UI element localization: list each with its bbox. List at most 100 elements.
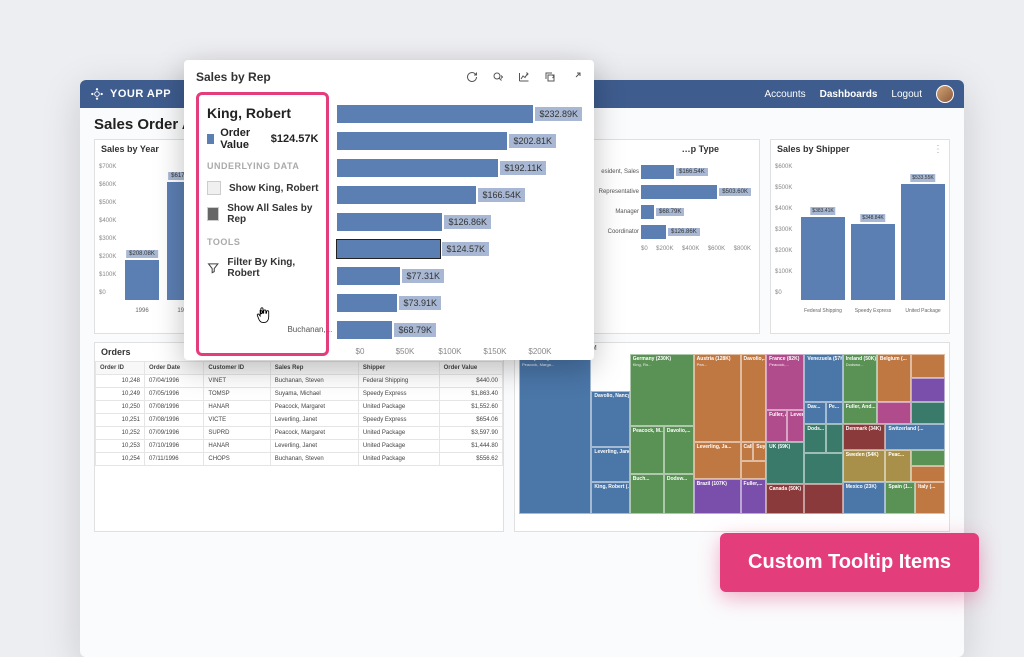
treemap-chart[interactable]: USA (246K)Peacock, Marga...Davolio, Nanc… bbox=[519, 354, 945, 514]
treemap-cell[interactable]: Buch... bbox=[630, 474, 664, 514]
table-row[interactable]: 10,24907/05/1996TOMSPSuyama, MichaelSpee… bbox=[96, 388, 503, 401]
nav-logout[interactable]: Logout bbox=[891, 89, 922, 100]
underlying-label: UNDERLYING DATA bbox=[207, 161, 318, 171]
column-header[interactable]: Customer ID bbox=[204, 362, 270, 375]
treemap-cell[interactable] bbox=[911, 466, 945, 482]
refresh-icon[interactable] bbox=[466, 71, 478, 83]
treemap-cell[interactable] bbox=[877, 402, 911, 424]
treemap-cell[interactable]: Denmark (34K) bbox=[843, 424, 886, 450]
copy-icon[interactable] bbox=[544, 71, 556, 83]
table-row[interactable]: 10,24807/04/1996VINETBuchanan, StevenFed… bbox=[96, 375, 503, 388]
app-name: YOUR APP bbox=[110, 88, 171, 100]
treemap-cell[interactable] bbox=[826, 424, 843, 453]
expand-icon[interactable] bbox=[570, 71, 582, 83]
treemap-cell[interactable]: Dodsw... bbox=[664, 474, 694, 514]
reptype-row[interactable]: Representative$503.60K bbox=[641, 182, 751, 202]
treemap-cell[interactable]: Suy... bbox=[753, 442, 766, 461]
chart-type-icon[interactable] bbox=[518, 71, 530, 83]
treemap-cell[interactable]: Sweden (54K) bbox=[843, 450, 886, 482]
shipper-bar[interactable]: $533.55K bbox=[901, 184, 945, 300]
reptype-row[interactable]: Manager$68.79K bbox=[641, 202, 751, 222]
treemap-cell[interactable]: Ireland (50K)Dodswo... bbox=[843, 354, 877, 402]
shipper-bar[interactable]: $383.41K bbox=[801, 217, 845, 300]
nav-dashboards[interactable]: Dashboards bbox=[820, 89, 878, 100]
reptype-row[interactable]: esident, Sales$166.54K bbox=[641, 162, 751, 182]
table-row[interactable]: 10,25007/08/1996HANARPeacock, MargaretUn… bbox=[96, 401, 503, 414]
treemap-cell[interactable]: Dav... bbox=[804, 402, 825, 424]
show-all-item[interactable]: Show All Sales by Rep bbox=[207, 199, 318, 229]
treemap-cell[interactable]: King, Robert (... bbox=[591, 482, 629, 514]
table-row[interactable]: 10,25207/09/1996SUPRDPeacock, MargaretUn… bbox=[96, 427, 503, 440]
table-row[interactable]: 10,25107/08/1996VICTELeverling, JanetSpe… bbox=[96, 414, 503, 427]
treemap-cell[interactable]: Brazil (107K) bbox=[694, 479, 741, 514]
shipper-chart[interactable]: $600K$500K$400K$300K$200K$100K$0 $383.41… bbox=[771, 158, 949, 318]
treemap-cell[interactable]: USA (246K)Peacock, Marga... bbox=[519, 354, 591, 514]
rep-bar-row[interactable]: $166.54K bbox=[337, 181, 582, 208]
treemap-cell[interactable]: Davolio, Nancy,... bbox=[591, 391, 629, 447]
treemap-cell[interactable]: Fuller,... bbox=[741, 479, 767, 514]
treemap-cell[interactable]: Fuller, And... bbox=[843, 402, 877, 424]
treemap-cell[interactable]: Call... bbox=[741, 442, 754, 461]
treemap-cell[interactable]: Germany (230K)King, Ro... bbox=[630, 354, 694, 426]
rep-chart[interactable]: $232.89K$202.81K$192.11K$166.54K$126.86K… bbox=[337, 92, 582, 356]
nav-accounts[interactable]: Accounts bbox=[764, 89, 805, 100]
treemap-cell[interactable]: Austria (128K)Pea... bbox=[694, 354, 741, 442]
rep-bar-row[interactable]: Buchanan,...$68.79K bbox=[337, 316, 582, 343]
column-header[interactable]: Order Date bbox=[145, 362, 204, 375]
column-header[interactable]: Order ID bbox=[96, 362, 145, 375]
avatar[interactable] bbox=[936, 85, 954, 103]
zoom-icon[interactable] bbox=[492, 71, 504, 83]
treemap-cell[interactable] bbox=[911, 402, 945, 424]
treemap-cell[interactable] bbox=[911, 378, 945, 402]
reptype-row[interactable]: Coordinator$126.86K bbox=[641, 222, 751, 242]
treemap-cell[interactable] bbox=[804, 484, 842, 514]
treemap-cell[interactable] bbox=[911, 354, 945, 378]
treemap-cell[interactable]: Venezuela (57K) bbox=[804, 354, 842, 402]
filter-by-label: Filter By King, Robert bbox=[227, 257, 318, 279]
treemap-cell[interactable]: Leverling, Janet... bbox=[591, 447, 629, 482]
column-header[interactable]: Sales Rep bbox=[270, 362, 358, 375]
treemap-cell[interactable] bbox=[741, 461, 767, 479]
treemap-cell[interactable]: Switzerland (... bbox=[885, 424, 945, 450]
shipper-bar[interactable]: $348.84K bbox=[851, 224, 895, 300]
panel-title: …p Type bbox=[581, 140, 759, 158]
treemap-cell[interactable]: Leverl... bbox=[787, 410, 804, 442]
filter-by-item[interactable]: Filter By King, Robert bbox=[207, 253, 318, 283]
treemap-cell[interactable]: Fuller, An... bbox=[766, 410, 787, 442]
rep-bar-row[interactable]: $232.89K bbox=[337, 100, 582, 127]
table-row[interactable]: 10,25407/11/1996CHOPSBuchanan, StevenUni… bbox=[96, 453, 503, 466]
treemap-cell[interactable]: Canada (50K) bbox=[766, 484, 804, 514]
rep-bar-row[interactable]: $73.91K bbox=[337, 289, 582, 316]
rep-bar-row[interactable]: $126.86K bbox=[337, 208, 582, 235]
treemap-cell[interactable]: Spain (1... bbox=[885, 482, 915, 514]
show-rep-item[interactable]: Show King, Robert bbox=[207, 177, 318, 199]
table-row[interactable]: 10,25307/10/1996HANARLeverling, JanetUni… bbox=[96, 440, 503, 453]
treemap-cell[interactable] bbox=[804, 453, 842, 483]
column-header[interactable]: Shipper bbox=[358, 362, 439, 375]
treemap-cell[interactable]: Italy (... bbox=[915, 482, 945, 514]
treemap-cell[interactable]: Peac... bbox=[885, 450, 911, 482]
reptype-chart[interactable]: esident, Sales$166.54KRepresentative$503… bbox=[581, 158, 759, 256]
treemap-cell[interactable]: Belgium (... bbox=[877, 354, 911, 402]
treemap-cell[interactable] bbox=[911, 450, 945, 466]
show-rep-label: Show King, Robert bbox=[229, 183, 318, 194]
treemap-cell[interactable]: Pe... bbox=[826, 402, 843, 424]
treemap-cell[interactable]: Leverling, Ja... bbox=[694, 442, 741, 479]
rep-bar-row[interactable]: $202.81K bbox=[337, 127, 582, 154]
year-bar[interactable]: $208.08K bbox=[125, 260, 159, 300]
rep-bar-row[interactable]: $124.57K bbox=[337, 235, 582, 262]
metric-label: Order Value bbox=[220, 127, 265, 151]
treemap-cell[interactable]: UK (59K) bbox=[766, 442, 804, 484]
treemap-cell[interactable]: Davolio,... bbox=[741, 354, 767, 442]
treemap-cell[interactable]: Dods... bbox=[804, 424, 825, 453]
rep-bar-row[interactable]: $192.11K bbox=[337, 154, 582, 181]
treemap-cell[interactable]: Peacock, M... bbox=[630, 426, 664, 474]
orders-table[interactable]: Order IDOrder DateCustomer IDSales RepSh… bbox=[95, 361, 503, 466]
treemap-cell[interactable]: Davolio,... bbox=[664, 426, 694, 474]
treemap-cell[interactable]: France (82K)Peacock,... bbox=[766, 354, 804, 410]
menu-dots-icon[interactable]: ⋮ bbox=[933, 144, 943, 155]
tooltip-popup: Sales by Rep King, Robert Order Value $1… bbox=[184, 60, 594, 360]
treemap-cell[interactable]: Mexico (23K) bbox=[843, 482, 886, 514]
rep-bar-row[interactable]: $77.31K bbox=[337, 262, 582, 289]
column-header[interactable]: Order Value bbox=[439, 362, 502, 375]
